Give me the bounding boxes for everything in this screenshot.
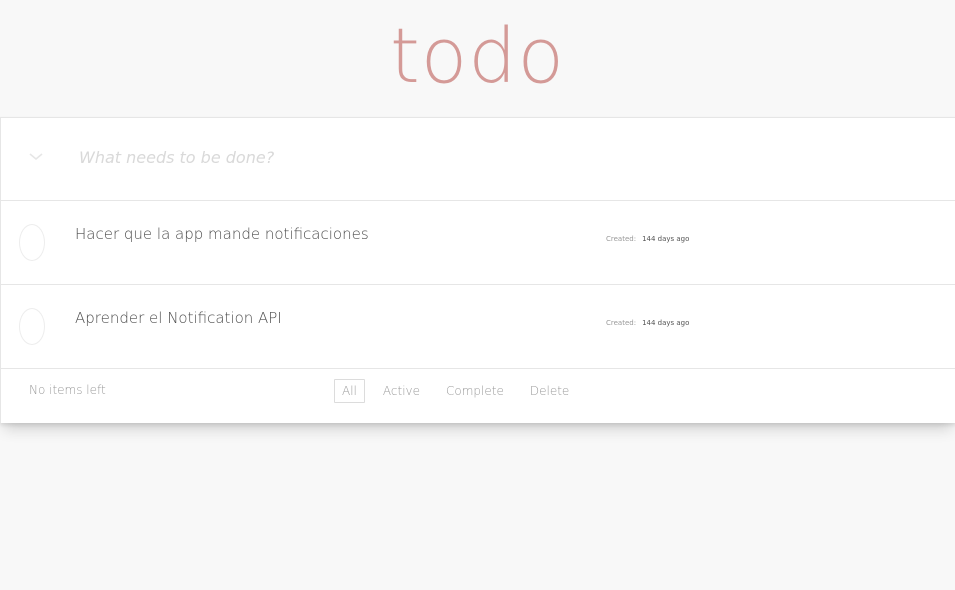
todo-text[interactable]: Hacer que la app mande notificaciones xyxy=(75,225,369,243)
filter-complete[interactable]: Complete xyxy=(438,379,512,403)
todo-footer: No items left All Active Complete Delete xyxy=(1,369,955,423)
filter-all[interactable]: All xyxy=(334,379,365,403)
todo-item: Aprender el Notification API Created: 144… xyxy=(1,285,955,369)
todo-meta: Created: 144 days ago xyxy=(606,235,689,243)
todo-meta: Created: 144 days ago xyxy=(606,319,689,327)
filter-active[interactable]: Active xyxy=(375,379,428,403)
created-label: Created: xyxy=(606,235,637,243)
new-todo-input[interactable] xyxy=(79,140,679,174)
created-label: Created: xyxy=(606,319,637,327)
chevron-down-icon[interactable] xyxy=(27,148,45,166)
delete-completed-button[interactable]: Delete xyxy=(522,379,577,403)
new-todo-row xyxy=(1,118,955,201)
circle-checkbox-icon[interactable] xyxy=(19,308,45,345)
filter-bar: All Active Complete Delete xyxy=(334,379,587,403)
todo-text[interactable]: Aprender el Notification API xyxy=(75,309,282,327)
circle-checkbox-icon[interactable] xyxy=(19,224,45,261)
todo-app: Hacer que la app mande notificaciones Cr… xyxy=(0,117,955,423)
created-time: 144 days ago xyxy=(642,319,690,327)
todo-item: Hacer que la app mande notificaciones Cr… xyxy=(1,201,955,285)
created-time: 144 days ago xyxy=(642,235,690,243)
items-left-count: No items left xyxy=(29,383,106,397)
app-title: todo xyxy=(389,11,566,100)
